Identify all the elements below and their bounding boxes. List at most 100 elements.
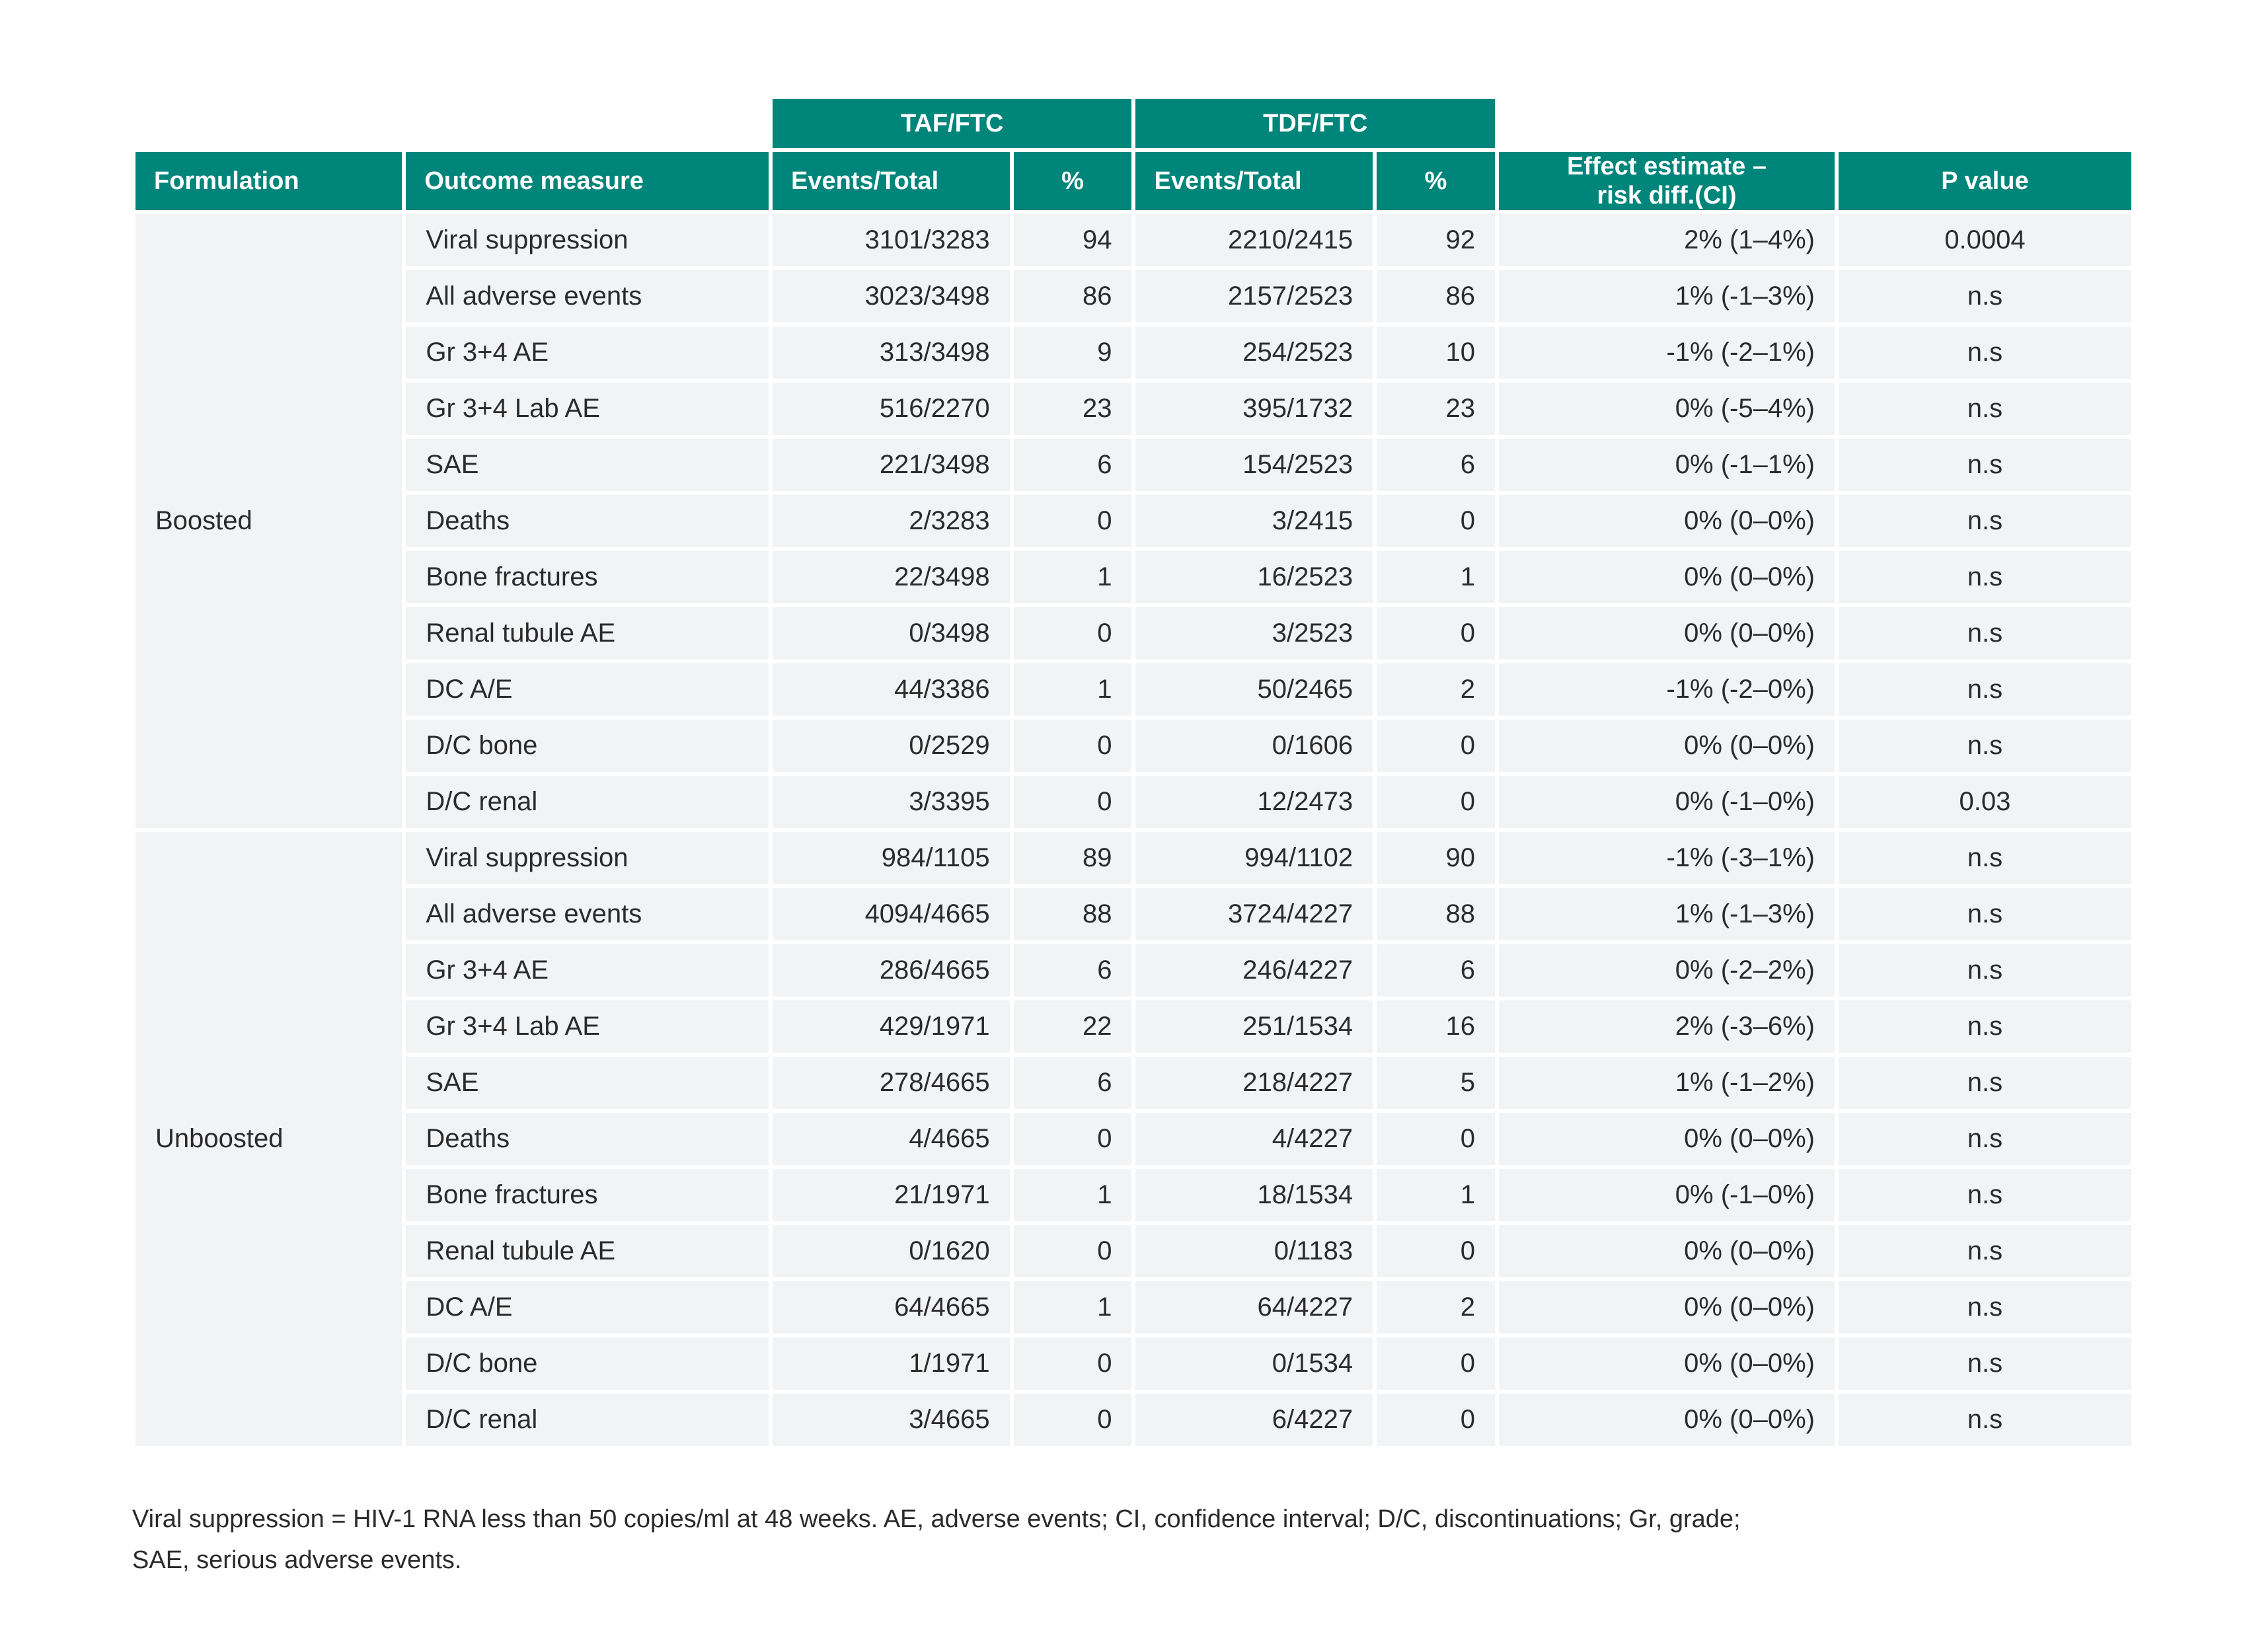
table-row: All adverse events 3023/3498 86 2157/2523 86… [135,270,2131,322]
table-row: D/C renal 3/4665 0 6/4227 0 0% (0–0%) n.s [135,1394,2131,1446]
taf-ftc-group-header: TAF/FTC [773,99,1132,148]
tdf-percent-cell: 10 [1377,326,1495,379]
table-row: Unboosted Viral suppression 984/1105 89 994/… [135,832,2131,1446]
p-value-cell: n.s [1838,1225,2131,1277]
table-row: Renal tubule AE 0/3498 0 3/2523 0 0% (0–0%) n.… [135,607,2131,659]
tdf-events-total-cell: 154/2523 [1135,439,1373,491]
formulation-header: Formulation [135,152,402,210]
table-row: Gr 3+4 Lab AE 429/1971 22 251/1534 16 2% (-3–… [135,1000,2131,1053]
taf-events-total-cell: 0/1620 [773,1225,1010,1277]
tdf-percent-cell: 0 [1377,607,1495,659]
effect-estimate-cell: 0% (0–0%) [1498,495,1835,547]
group-header-row: TAF/FTC TDF/FTC [135,99,2131,148]
p-value-cell: n.s [1838,1337,2131,1390]
tdf-events-total-cell: 6/4227 [1135,1394,1373,1446]
tdf-events-total-cell: 16/2523 [1135,551,1373,603]
taf-percent-cell: 0 [1013,495,1132,547]
outcome-measure-cell: DC A/E [406,663,769,716]
p-value-cell: n.s [1838,326,2131,379]
effect-estimate-cell: 0% (-1–0%) [1498,1169,1835,1221]
effect-estimate-cell: 0% (-2–2%) [1498,944,1835,996]
results-table-body: Boosted Viral suppression 3101/3283 94 2210/… [135,214,2131,1446]
tdf-events-total-cell: 0/1606 [1135,720,1373,772]
blank-header-cell [1839,99,2131,148]
effect-estimate-cell: -1% (-3–1%) [1498,832,1835,884]
effect-estimate-cell: -1% (-2–1%) [1498,326,1835,379]
outcome-measure-cell: Renal tubule AE [406,1225,769,1277]
blank-header-cell [406,99,769,148]
taf-events-total-cell: 4094/4665 [773,888,1010,940]
taf-percent-cell: 23 [1013,383,1132,435]
effect-estimate-cell: 0% (-1–0%) [1498,776,1835,828]
tdf-percent-cell: 6 [1377,944,1495,996]
taf-events-total-header: Events/Total [773,152,1010,210]
effect-estimate-cell: 2% (-3–6%) [1498,1000,1835,1053]
taf-events-total-cell: 22/3498 [773,551,1010,603]
p-value-cell: n.s [1838,1000,2131,1053]
outcome-measure-cell: DC A/E [406,1281,769,1333]
taf-events-total-cell: 286/4665 [773,944,1010,996]
p-value-cell: n.s [1838,944,2131,996]
table-row: Boosted Viral suppression 3101/3283 94 2210/… [135,214,2131,828]
taf-percent-cell: 0 [1013,1113,1132,1165]
p-value-cell: n.s [1838,383,2131,435]
table-row: Bone fractures 22/3498 1 16/2523 1 0% (0–0%) n… [135,551,2131,603]
tdf-percent-cell: 0 [1377,776,1495,828]
table-row: Renal tubule AE 0/1620 0 0/1183 0 0% (0–0%) n.… [135,1225,2131,1277]
effect-estimate-cell: 1% (-1–2%) [1498,1057,1835,1109]
effect-estimate-header-line1: Effect estimate – [1566,153,1767,180]
outcome-measure-cell: Gr 3+4 Lab AE [406,383,769,435]
p-value-cell: n.s [1838,1057,2131,1109]
tdf-ftc-group-header: TDF/FTC [1135,99,1495,148]
tdf-percent-cell: 2 [1377,663,1495,716]
table-row: D/C renal 3/3395 0 12/2473 0 0% (-1–0%) 0.03 [135,776,2131,828]
tdf-events-total-cell: 3724/4227 [1135,888,1373,940]
outcome-measure-cell: Deaths [406,1113,769,1165]
taf-percent-cell: 89 [1013,832,1132,884]
outcome-measure-cell: Gr 3+4 AE [406,326,769,379]
p-value-cell: n.s [1838,270,2131,322]
tdf-events-total-cell: 246/4227 [1135,944,1373,996]
tdf-percent-cell: 16 [1377,1000,1495,1053]
tdf-percent-cell: 0 [1377,1225,1495,1277]
footnote-line-2: SAE, serious adverse events. [132,1546,462,1574]
tdf-events-total-cell: 64/4227 [1135,1281,1373,1333]
taf-events-total-cell: 1/1971 [773,1337,1010,1390]
taf-percent-cell: 0 [1013,1225,1132,1277]
tdf-percent-cell: 92 [1377,214,1495,266]
taf-events-total-cell: 2/3283 [773,495,1010,547]
taf-percent-cell: 0 [1013,607,1132,659]
tdf-percent-cell: 23 [1377,383,1495,435]
footnote-line-1: Viral suppression = HIV-1 RNA less than … [132,1505,1741,1533]
taf-events-total-cell: 3/4665 [773,1394,1010,1446]
table-row: Gr 3+4 AE 313/3498 9 254/2523 10 -1% (-2–1%) n… [135,326,2131,379]
tdf-events-total-cell: 994/1102 [1135,832,1373,884]
taf-events-total-cell: 21/1971 [773,1169,1010,1221]
outcome-measure-cell: SAE [406,1057,769,1109]
tdf-events-total-cell: 0/1183 [1135,1225,1373,1277]
taf-percent-cell: 6 [1013,439,1132,491]
p-value-cell: n.s [1838,607,2131,659]
effect-estimate-header: Effect estimate – risk diff.(CI) [1498,152,1835,210]
tdf-percent-cell: 0 [1377,1337,1495,1390]
outcome-measure-cell: Deaths [406,495,769,547]
p-value-cell: n.s [1838,1394,2131,1446]
tdf-events-total-cell: 18/1534 [1135,1169,1373,1221]
outcome-measure-cell: Renal tubule AE [406,607,769,659]
outcome-measure-cell: SAE [406,439,769,491]
table-row: Gr 3+4 AE 286/4665 6 246/4227 6 0% (-2–2%) n.s [135,944,2131,996]
taf-percent-cell: 22 [1013,1000,1132,1053]
footnote: Viral suppression = HIV-1 RNA less than … [132,1499,1917,1581]
taf-events-total-cell: 3023/3498 [773,270,1010,322]
table-row: All adverse events 4094/4665 88 3724/4227 88… [135,888,2131,940]
effect-estimate-cell: 2% (1–4%) [1498,214,1835,266]
effect-estimate-cell: 1% (-1–3%) [1498,888,1835,940]
outcome-measure-cell: D/C renal [406,1394,769,1446]
tdf-percent-cell: 0 [1377,720,1495,772]
p-value-cell: n.s [1838,832,2131,884]
tdf-events-total-cell: 2210/2415 [1135,214,1373,266]
taf-events-total-cell: 278/4665 [773,1057,1010,1109]
effect-estimate-cell: 0% (0–0%) [1498,1225,1835,1277]
formulation-cell: Boosted [135,214,402,828]
table-row: SAE 278/4665 6 218/4227 5 1% (-1–2%) n.s [135,1057,2131,1109]
